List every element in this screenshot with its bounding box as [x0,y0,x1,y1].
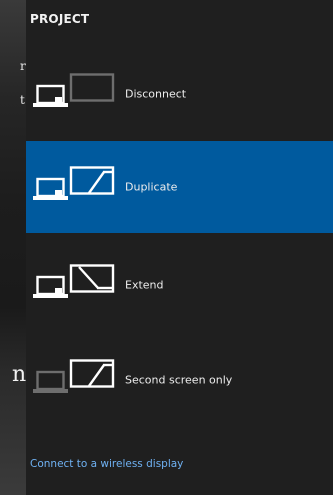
project-option-extend[interactable]: Extend [26,239,333,331]
project-option-duplicate[interactable]: Duplicate [26,141,333,233]
option-label: Duplicate [125,180,178,194]
project-option-second-screen-only[interactable]: Second screen only [26,334,333,426]
project-panel: PROJECT Disconnect Duplicate Extend Seco… [26,0,333,495]
project-option-disconnect[interactable]: Disconnect [26,48,333,140]
option-label: Extend [125,278,164,292]
connect-wireless-display-link[interactable]: Connect to a wireless display [30,458,183,470]
second-screen-icon [31,359,117,403]
option-label: Second screen only [125,373,233,387]
background-app-window: r t n [0,0,26,495]
extend-icon [31,264,117,308]
background-text-fragment: t [20,93,25,107]
duplicate-icon [31,166,117,210]
background-text-fragment: n [12,362,27,387]
panel-title: PROJECT [30,12,90,26]
disconnect-icon [31,73,117,117]
background-text-fragment: r [20,59,26,73]
option-label: Disconnect [125,87,187,101]
